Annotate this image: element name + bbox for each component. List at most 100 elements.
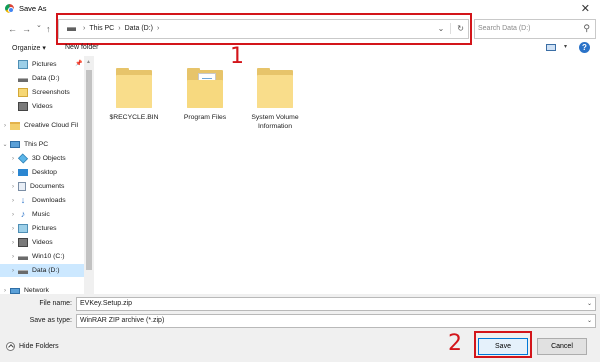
chevron-right-icon[interactable]: › bbox=[10, 198, 16, 204]
downloads-icon: ↓ bbox=[20, 195, 26, 205]
videos-icon bbox=[18, 102, 28, 111]
chevron-down-icon[interactable]: ▾ bbox=[564, 43, 567, 50]
view-options-icon[interactable] bbox=[546, 44, 556, 51]
window-title: Save As bbox=[19, 4, 47, 13]
sidebar-item-label: 3D Objects bbox=[32, 155, 66, 162]
save-type-label: Save as type: bbox=[29, 317, 72, 324]
sidebar-item-label: Screenshots bbox=[32, 89, 70, 96]
sidebar-item-data-d-quick[interactable]: Data (D:) bbox=[0, 72, 84, 85]
sidebar-item-label: Network bbox=[24, 287, 49, 294]
sidebar-item-pictures[interactable]: › Pictures bbox=[0, 222, 84, 235]
list-item[interactable]: Program Files bbox=[168, 68, 242, 123]
chevron-right-icon[interactable]: › bbox=[10, 240, 16, 246]
sidebar-item-3d-objects[interactable]: › 3D Objects bbox=[0, 152, 84, 165]
file-name-value: EVKey.Setup.zip bbox=[80, 300, 133, 307]
chevron-down-icon[interactable]: ⌄ bbox=[587, 300, 592, 307]
file-list: $RECYCLE.BIN Program Files System Volume… bbox=[95, 56, 600, 294]
hide-folders-button[interactable]: Hide Folders bbox=[6, 342, 59, 351]
sidebar-item-creative-cloud[interactable]: › Creative Cloud Fil bbox=[0, 119, 84, 132]
drive-icon bbox=[18, 256, 28, 260]
recent-locations-icon[interactable]: ⌄ bbox=[36, 21, 42, 31]
back-arrow-icon[interactable]: ← bbox=[8, 24, 17, 34]
computer-icon bbox=[10, 141, 20, 148]
sidebar-item-this-pc[interactable]: ⌄ This PC bbox=[0, 138, 84, 151]
sidebar-item-documents[interactable]: › Documents bbox=[0, 180, 84, 193]
file-name: $RECYCLE.BIN bbox=[109, 114, 159, 121]
hide-folders-label: Hide Folders bbox=[19, 343, 59, 350]
pin-icon: 📌 bbox=[75, 61, 83, 67]
drive-icon bbox=[18, 78, 28, 82]
chevron-down-icon[interactable]: ⌄ bbox=[587, 317, 592, 324]
sidebar-scrollbar[interactable]: ▲ bbox=[84, 56, 94, 294]
sidebar-item-videos[interactable]: › Videos bbox=[0, 236, 84, 249]
scroll-up-icon[interactable]: ▲ bbox=[86, 59, 91, 65]
sidebar-item-label: Downloads bbox=[32, 197, 66, 204]
sidebar-item-music[interactable]: › ♪ Music bbox=[0, 208, 84, 221]
sidebar-item-win10-c[interactable]: › Win10 (C:) bbox=[0, 250, 84, 263]
videos-icon bbox=[18, 238, 28, 247]
list-item[interactable]: $RECYCLE.BIN bbox=[97, 68, 171, 123]
sidebar-item-label: Pictures bbox=[32, 61, 57, 68]
chevron-right-icon[interactable]: › bbox=[10, 170, 16, 176]
chevron-down-icon[interactable]: ⌄ bbox=[2, 141, 8, 148]
file-name-label: File name: bbox=[39, 300, 72, 307]
search-icon: ⚲ bbox=[583, 23, 590, 33]
organize-button[interactable]: Organize ▾ bbox=[12, 44, 46, 52]
chevron-right-icon[interactable]: › bbox=[2, 123, 8, 129]
list-item[interactable]: System Volume Information bbox=[238, 68, 312, 131]
network-icon bbox=[10, 287, 20, 294]
file-name-field[interactable]: EVKey.Setup.zip ⌄ bbox=[76, 297, 596, 311]
sidebar-item-label: This PC bbox=[24, 141, 49, 148]
3d-objects-icon bbox=[17, 153, 29, 164]
sidebar-item-label: Music bbox=[32, 211, 50, 218]
new-folder-button[interactable]: New folder bbox=[65, 44, 98, 51]
annotation-marker-2: 2 bbox=[448, 331, 462, 356]
search-placeholder: Search Data (D:) bbox=[478, 25, 531, 32]
sidebar-item-label: Pictures bbox=[32, 225, 57, 232]
file-name: Program Files bbox=[183, 114, 227, 121]
chevron-right-icon[interactable]: › bbox=[10, 184, 16, 190]
pictures-icon bbox=[18, 60, 28, 69]
search-input[interactable]: Search Data (D:) ⚲ bbox=[474, 19, 596, 39]
chevron-right-icon[interactable]: › bbox=[2, 288, 8, 294]
navigation-pane: Pictures 📌 Data (D:) Screenshots Videos … bbox=[0, 56, 95, 294]
creative-cloud-icon bbox=[10, 121, 20, 130]
forward-arrow-icon[interactable]: → bbox=[22, 24, 31, 34]
annotation-highlight-2 bbox=[474, 331, 532, 358]
sidebar-item-label: Data (D:) bbox=[32, 267, 60, 274]
sidebar-item-network[interactable]: › Network bbox=[0, 284, 84, 294]
folder-icon bbox=[116, 68, 152, 108]
close-button[interactable]: ✕ bbox=[581, 2, 590, 15]
sidebar-item-label: Creative Cloud Fil bbox=[24, 122, 79, 129]
folder-icon bbox=[257, 68, 293, 108]
sidebar-item-downloads[interactable]: › ↓ Downloads bbox=[0, 194, 84, 207]
sidebar-item-label: Documents bbox=[30, 183, 65, 190]
chevron-right-icon[interactable]: › bbox=[10, 254, 16, 260]
chevron-right-icon[interactable]: › bbox=[10, 212, 16, 218]
sidebar-item-pictures-quick[interactable]: Pictures bbox=[0, 58, 84, 71]
scrollbar-thumb[interactable] bbox=[86, 70, 92, 270]
sidebar-item-data-d[interactable]: › Data (D:) bbox=[0, 264, 84, 277]
help-icon[interactable]: ? bbox=[579, 42, 590, 53]
up-arrow-icon[interactable]: ↑ bbox=[46, 24, 51, 34]
cancel-button[interactable]: Cancel bbox=[537, 338, 587, 355]
chevron-up-icon bbox=[6, 342, 15, 351]
pictures-icon bbox=[18, 224, 28, 233]
chevron-right-icon[interactable]: › bbox=[10, 156, 16, 162]
sidebar-item-screenshots[interactable]: Screenshots bbox=[0, 86, 84, 99]
sidebar-item-desktop[interactable]: › Desktop bbox=[0, 166, 84, 179]
sidebar-item-videos-quick[interactable]: Videos bbox=[0, 100, 84, 113]
chevron-right-icon[interactable]: › bbox=[10, 226, 16, 232]
folder-icon bbox=[18, 88, 28, 97]
sidebar-item-label: Desktop bbox=[32, 169, 57, 176]
annotation-marker-1: 1 bbox=[230, 44, 244, 69]
folder-documents-icon bbox=[187, 68, 223, 108]
music-icon: ♪ bbox=[20, 209, 26, 219]
chevron-right-icon[interactable]: › bbox=[10, 268, 16, 274]
desktop-icon bbox=[18, 169, 28, 176]
command-bar: Organize ▾ New folder ▾ ? bbox=[0, 40, 600, 56]
chrome-icon bbox=[5, 4, 14, 13]
save-type-select[interactable]: WinRAR ZIP archive (*.zip) ⌄ bbox=[76, 314, 596, 328]
drive-icon bbox=[18, 270, 28, 274]
documents-icon bbox=[18, 182, 26, 191]
